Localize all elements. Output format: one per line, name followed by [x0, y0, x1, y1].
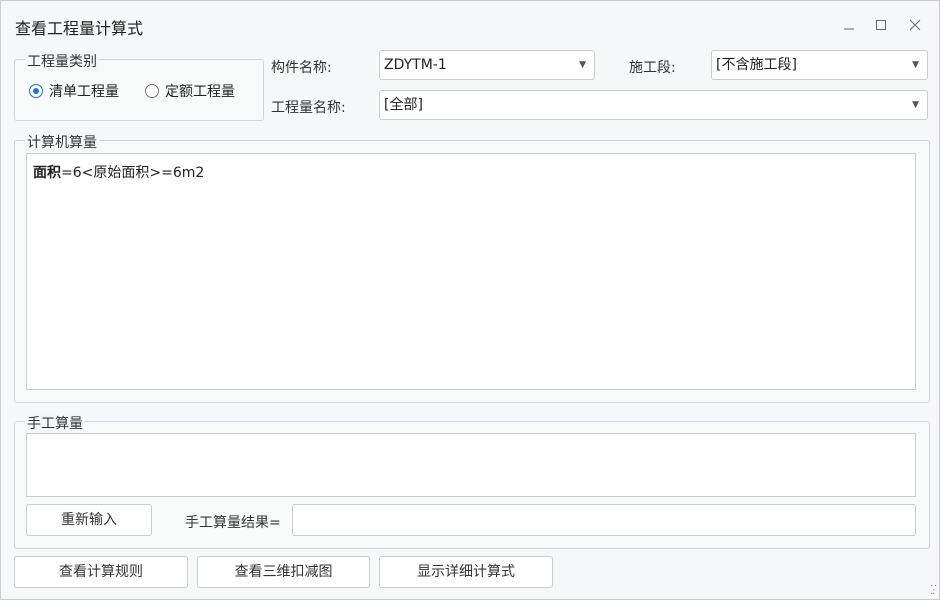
formula-text: 面积=6<原始面积>=6m2 — [33, 162, 204, 182]
chevron-down-icon: ▼ — [579, 60, 586, 70]
view-3d-deduction-button[interactable]: 查看三维扣减图 — [197, 556, 370, 588]
radio-unchecked-icon — [145, 84, 159, 98]
resize-grip-icon[interactable]: . ..: — [930, 580, 937, 597]
computer-calc-group: 计算机算量 面积=6<原始面积>=6m2 — [14, 132, 930, 403]
quantity-value: [全部] — [384, 97, 423, 113]
category-group: 工程量类别 清单工程量 定额工程量 — [14, 51, 264, 121]
radio-label: 定额工程量 — [165, 84, 235, 100]
section-select[interactable]: [不含施工段] ▼ — [711, 50, 928, 80]
formula-expression: =6<原始面积>=6m2 — [61, 165, 205, 181]
radio-checked-icon — [29, 84, 43, 98]
component-label: 构件名称: — [271, 60, 332, 76]
manual-calc-group: 手工算量 重新输入 手工算量结果= — [14, 413, 930, 549]
window-title: 查看工程量计算式 — [15, 19, 144, 38]
radio-list-quantity[interactable]: 清单工程量 — [29, 81, 119, 101]
title-bar[interactable]: 查看工程量计算式 — [1, 1, 939, 45]
quantity-select[interactable]: [全部] ▼ — [379, 90, 928, 120]
maximize-icon[interactable] — [869, 13, 893, 37]
category-legend: 工程量类别 — [25, 51, 99, 71]
manual-calc-legend: 手工算量 — [25, 413, 85, 433]
section-value: [不含施工段] — [716, 57, 797, 73]
reinput-button[interactable]: 重新输入 — [26, 504, 152, 536]
quantity-label: 工程量名称: — [271, 100, 346, 116]
chevron-down-icon: ▼ — [912, 100, 919, 110]
view-rules-button[interactable]: 查看计算规则 — [14, 556, 188, 588]
dialog-window: 查看工程量计算式 工程量类别 清单工程量 定额工程量 构件名称: ZDYTM-1… — [0, 0, 940, 600]
manual-input-area[interactable] — [26, 433, 916, 497]
formula-term: 面积 — [33, 165, 61, 181]
section-label: 施工段: — [629, 60, 676, 76]
close-icon[interactable] — [903, 13, 927, 37]
chevron-down-icon: ▼ — [912, 60, 919, 70]
manual-result-label: 手工算量结果= — [185, 515, 281, 531]
component-value: ZDYTM-1 — [384, 57, 447, 73]
radio-quota-quantity[interactable]: 定额工程量 — [145, 81, 235, 101]
minimize-icon[interactable] — [837, 13, 861, 37]
formula-area[interactable]: 面积=6<原始面积>=6m2 — [26, 153, 916, 390]
radio-label: 清单工程量 — [49, 84, 119, 100]
show-detail-formula-button[interactable]: 显示详细计算式 — [379, 556, 553, 588]
computer-calc-legend: 计算机算量 — [25, 132, 99, 152]
manual-result-field[interactable] — [292, 504, 916, 536]
component-select[interactable]: ZDYTM-1 ▼ — [379, 50, 595, 80]
